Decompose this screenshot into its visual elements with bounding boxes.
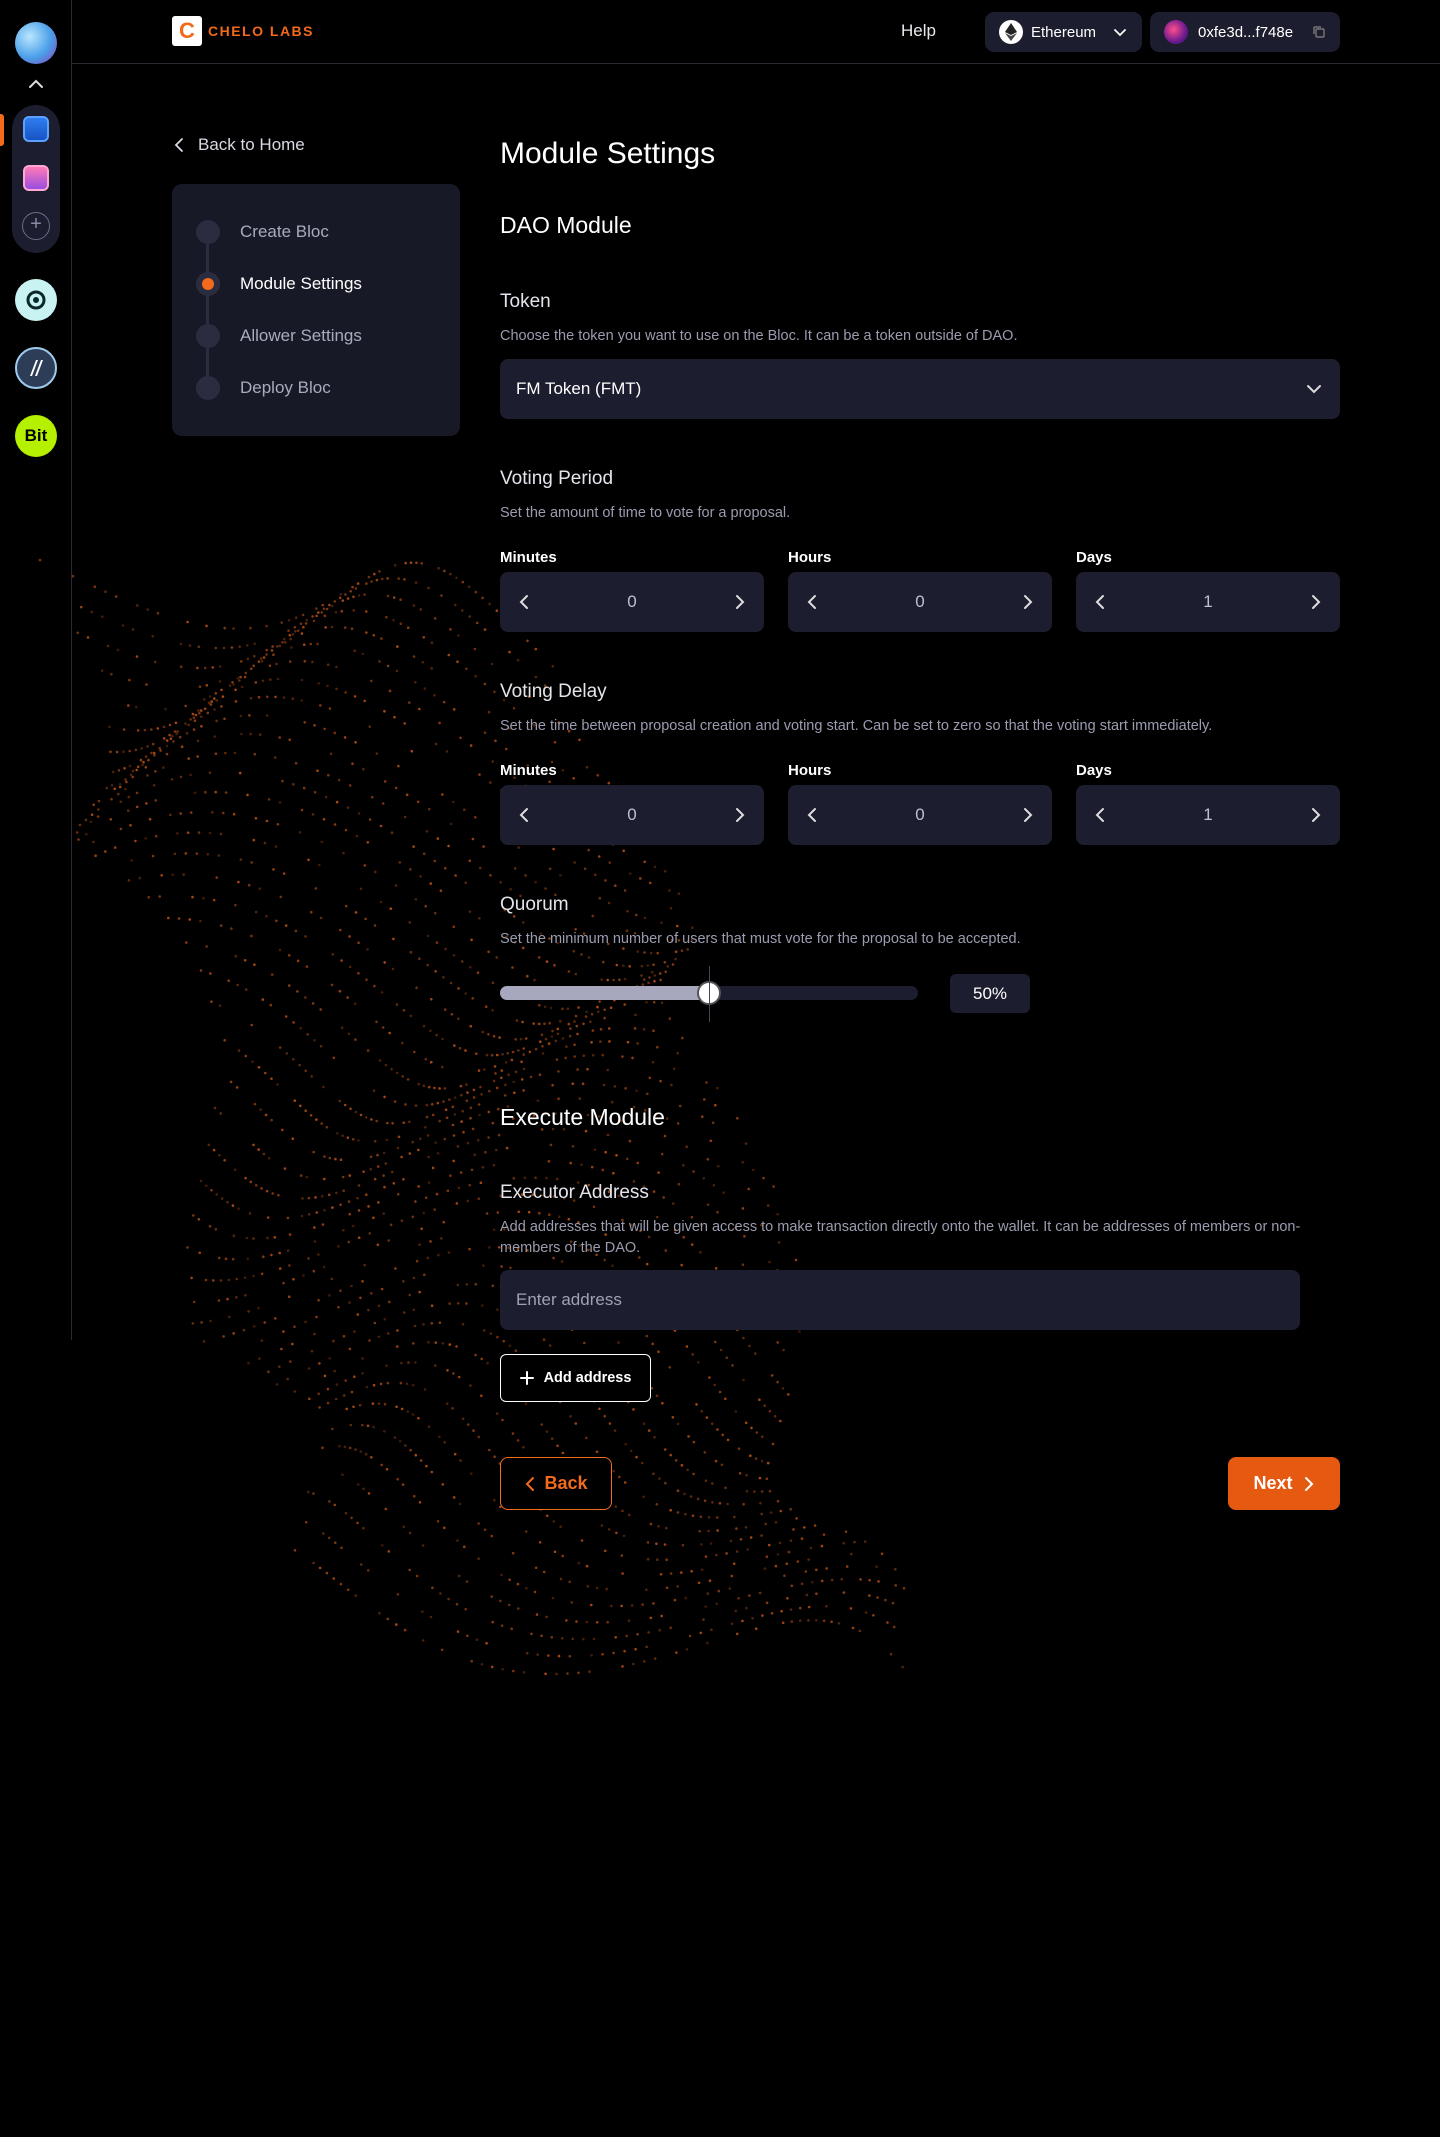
stepper-value[interactable]: 0 bbox=[915, 805, 924, 825]
step-module-settings[interactable]: Module Settings bbox=[196, 272, 362, 296]
voting-delay-minutes-stepper: 0 bbox=[500, 785, 764, 845]
rail-coin-bit-icon[interactable]: Bit bbox=[15, 415, 57, 457]
voting-delay-days-stepper: 1 bbox=[1076, 785, 1340, 845]
voting-period-label: Voting Period bbox=[500, 468, 614, 489]
voting-period-days-label: Days bbox=[1076, 549, 1112, 566]
quorum-help: Set the minimum number of users that mus… bbox=[500, 931, 1021, 947]
top-header: C CHELO LABS Help Ethereum 0xfe3d...f748… bbox=[72, 0, 1440, 64]
next-button[interactable]: Next bbox=[1228, 1457, 1340, 1510]
rail-active-indicator bbox=[0, 114, 4, 146]
quorum-label: Quorum bbox=[500, 894, 569, 915]
help-link[interactable]: Help bbox=[901, 21, 936, 41]
chevron-right-icon[interactable] bbox=[1306, 805, 1326, 825]
stepper-value[interactable]: 0 bbox=[627, 805, 636, 825]
chevron-right-icon bbox=[1304, 1476, 1313, 1491]
chevron-down-icon bbox=[1307, 385, 1321, 394]
execute-module-heading: Execute Module bbox=[500, 1104, 665, 1130]
chevron-left-icon[interactable] bbox=[514, 592, 534, 612]
step-label: Deploy Bloc bbox=[240, 378, 331, 397]
chevron-left-icon[interactable] bbox=[514, 805, 534, 825]
chevron-left-icon[interactable] bbox=[1090, 805, 1110, 825]
step-deploy-bloc[interactable]: Deploy Bloc bbox=[196, 376, 331, 400]
step-create-bloc[interactable]: Create Bloc bbox=[196, 220, 329, 244]
voting-delay-minutes-label: Minutes bbox=[500, 762, 557, 779]
chevron-down-icon bbox=[1114, 29, 1126, 37]
quorum-slider-tick bbox=[709, 966, 710, 1022]
rail-home-logo[interactable] bbox=[15, 22, 57, 64]
chevron-right-icon[interactable] bbox=[730, 805, 750, 825]
voting-delay-help: Set the time between proposal creation a… bbox=[500, 718, 1213, 734]
executor-address-help: Add addresses that will be given access … bbox=[500, 1219, 1301, 1256]
chevron-right-icon[interactable] bbox=[1018, 805, 1038, 825]
next-label: Next bbox=[1253, 1473, 1293, 1493]
chevron-left-icon bbox=[174, 138, 183, 152]
back-label: Back bbox=[544, 1473, 588, 1493]
chevron-right-icon[interactable] bbox=[1306, 592, 1326, 612]
wallet-avatar bbox=[1164, 20, 1188, 44]
step-dot-active bbox=[196, 272, 220, 296]
voting-delay-label: Voting Delay bbox=[500, 681, 607, 702]
step-dot bbox=[196, 324, 220, 348]
chevron-left-icon bbox=[526, 1476, 535, 1491]
chevron-left-icon[interactable] bbox=[1090, 592, 1110, 612]
network-selector[interactable]: Ethereum bbox=[985, 12, 1142, 52]
add-address-button[interactable]: Add address bbox=[500, 1354, 651, 1402]
voting-delay-hours-stepper: 0 bbox=[788, 785, 1052, 845]
stepper-value[interactable]: 0 bbox=[915, 592, 924, 612]
executor-address-input[interactable] bbox=[500, 1270, 1300, 1330]
voting-period-hours-stepper: 0 bbox=[788, 572, 1052, 632]
voting-period-minutes-label: Minutes bbox=[500, 549, 557, 566]
setup-steps: Create Bloc Module Settings Allower Sett… bbox=[172, 184, 460, 436]
stepper-value[interactable]: 1 bbox=[1203, 592, 1212, 612]
chevron-right-icon[interactable] bbox=[730, 592, 750, 612]
step-label: Module Settings bbox=[240, 274, 362, 293]
app-rail: + Bit bbox=[0, 0, 72, 1340]
back-to-home-label: Back to Home bbox=[198, 135, 305, 154]
add-address-label: Add address bbox=[543, 1370, 632, 1386]
quorum-value[interactable]: 50% bbox=[950, 974, 1030, 1013]
voting-delay-hours-label: Hours bbox=[788, 762, 832, 779]
token-selected-value: FM Token (FMT) bbox=[516, 379, 642, 398]
rail-app-blue-icon[interactable] bbox=[23, 116, 49, 142]
token-label: Token bbox=[500, 291, 551, 312]
back-to-home-link[interactable]: Back to Home bbox=[172, 135, 305, 155]
plus-icon bbox=[519, 1371, 534, 1385]
stepper-value[interactable]: 1 bbox=[1203, 805, 1212, 825]
chevron-left-icon[interactable] bbox=[802, 805, 822, 825]
step-label: Allower Settings bbox=[240, 326, 362, 345]
back-button[interactable]: Back bbox=[500, 1457, 612, 1510]
page-title: Module Settings bbox=[500, 137, 716, 170]
voting-period-hours-label: Hours bbox=[788, 549, 832, 566]
step-label: Create Bloc bbox=[240, 222, 329, 241]
voting-period-days-stepper: 1 bbox=[1076, 572, 1340, 632]
brand-name: CHELO LABS bbox=[208, 23, 314, 39]
voting-period-help: Set the amount of time to vote for a pro… bbox=[500, 505, 791, 521]
chevron-left-icon[interactable] bbox=[802, 592, 822, 612]
ethereum-icon bbox=[999, 20, 1023, 44]
token-select[interactable]: FM Token (FMT) bbox=[500, 359, 1340, 419]
rail-coin-cyan-icon[interactable] bbox=[15, 279, 57, 321]
quorum-slider-fill bbox=[500, 986, 709, 1000]
rail-app-pink-icon[interactable] bbox=[23, 165, 49, 191]
chevron-up-icon[interactable] bbox=[26, 74, 46, 94]
brand-mark: C bbox=[172, 16, 202, 46]
step-allower-settings[interactable]: Allower Settings bbox=[196, 324, 362, 348]
step-dot bbox=[196, 376, 220, 400]
network-label: Ethereum bbox=[1031, 23, 1097, 41]
wallet-address: 0xfe3d...f748e bbox=[1198, 23, 1294, 41]
brand-logo[interactable]: C CHELO LABS bbox=[172, 16, 314, 46]
dao-module-heading: DAO Module bbox=[500, 212, 632, 238]
steps-connector bbox=[206, 232, 209, 388]
stepper-value[interactable]: 0 bbox=[627, 592, 636, 612]
rail-coin-arbitrum-icon[interactable] bbox=[15, 347, 57, 389]
copy-icon[interactable] bbox=[1312, 25, 1326, 39]
wallet-button[interactable]: 0xfe3d...f748e bbox=[1150, 12, 1340, 52]
executor-address-label: Executor Address bbox=[500, 1182, 649, 1203]
voting-delay-days-label: Days bbox=[1076, 762, 1112, 779]
voting-period-minutes-stepper: 0 bbox=[500, 572, 764, 632]
rail-add-app-button[interactable]: + bbox=[22, 212, 50, 240]
chevron-right-icon[interactable] bbox=[1018, 592, 1038, 612]
step-dot bbox=[196, 220, 220, 244]
token-help: Choose the token you want to use on the … bbox=[500, 328, 1018, 344]
